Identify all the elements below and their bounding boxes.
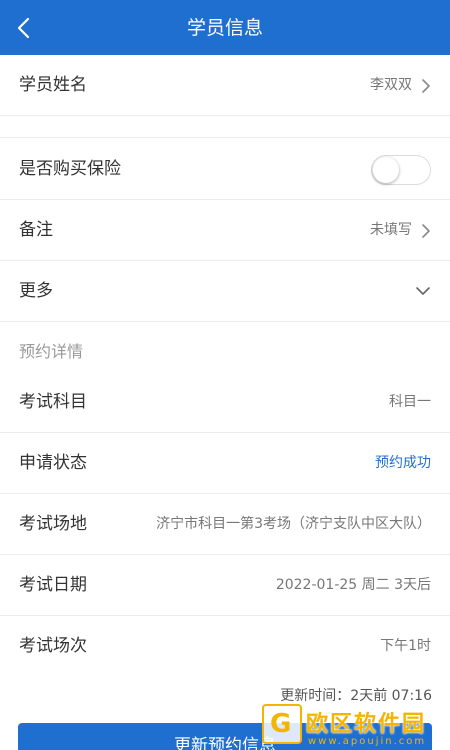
row-exam-subject: 考试科目 科目一 — [0, 372, 450, 433]
chevron-down-icon — [416, 287, 430, 295]
row-exam-session: 考试场次 下午1时 — [0, 616, 450, 677]
row-remark[interactable]: 备注 未填写 — [0, 200, 450, 261]
header-bar: 学员信息 — [0, 0, 450, 55]
student-name-value: 李双双 — [370, 77, 412, 93]
watermark-url: www.apoujin.com — [308, 736, 427, 747]
more-label: 更多 — [19, 281, 53, 301]
hidden-row-fragment — [0, 116, 450, 138]
watermark-logo-letter: G — [270, 709, 292, 739]
remark-value: 未填写 — [370, 222, 412, 238]
update-time-text: 更新时间：2天前 07:16 — [280, 688, 432, 704]
chevron-right-icon — [422, 79, 430, 93]
exam-venue-label: 考试场地 — [19, 514, 87, 534]
remark-label: 备注 — [19, 220, 53, 240]
watermark-text: 欧区软件园 — [306, 712, 427, 737]
row-student-name[interactable]: 学员姓名 李双双 — [0, 55, 450, 116]
toggle-knob — [373, 157, 399, 183]
insurance-toggle[interactable] — [371, 155, 431, 185]
site-watermark: G 欧区软件园 www.apoujin.com — [262, 704, 450, 750]
exam-venue-value: 济宁市科目一第3考场（济宁支队中区大队） — [156, 516, 431, 532]
exam-date-value: 2022-01-25 周二 3天后 — [275, 577, 431, 593]
student-name-label: 学员姓名 — [19, 75, 87, 95]
page-title: 学员信息 — [186, 17, 263, 39]
insurance-label: 是否购买保险 — [19, 159, 121, 179]
exam-date-label: 考试日期 — [19, 575, 87, 595]
row-exam-date: 考试日期 2022-01-25 周二 3天后 — [0, 555, 450, 616]
exam-subject-value: 科目一 — [389, 394, 431, 410]
exam-session-value: 下午1时 — [380, 638, 431, 654]
exam-subject-label: 考试科目 — [19, 392, 87, 412]
exam-session-label: 考试场次 — [19, 636, 87, 656]
row-application-status: 申请状态 预约成功 — [0, 433, 450, 494]
row-more[interactable]: 更多 — [0, 261, 450, 322]
row-insurance: 是否购买保险 — [0, 139, 450, 200]
row-exam-venue: 考试场地 济宁市科目一第3考场（济宁支队中区大队） — [0, 494, 450, 555]
application-status-label: 申请状态 — [19, 453, 87, 473]
booking-section-title: 预约详情 — [19, 342, 84, 361]
watermark-logo: G — [262, 704, 302, 744]
chevron-right-icon — [422, 224, 430, 238]
application-status-value: 预约成功 — [375, 455, 431, 471]
